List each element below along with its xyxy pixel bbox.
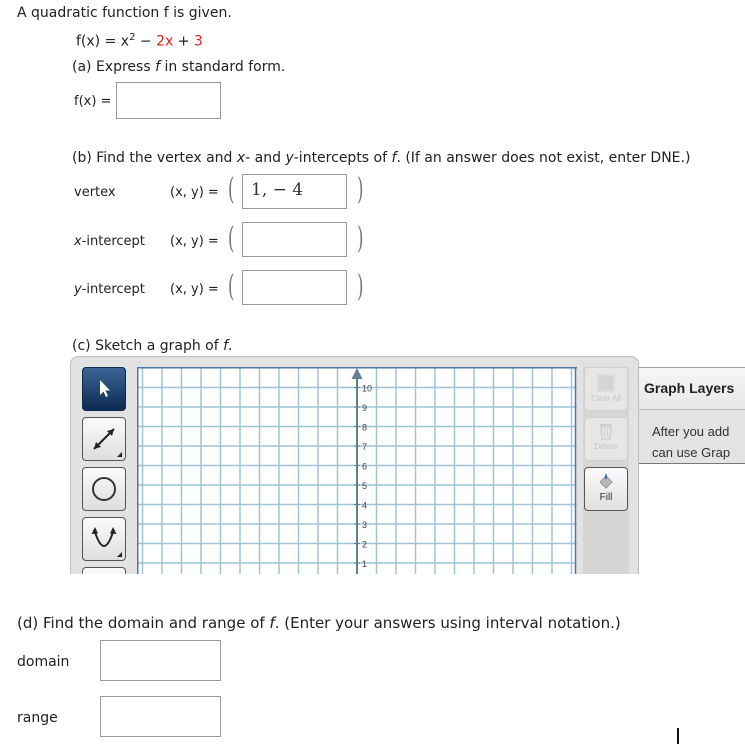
vertex-xy-equals: (x, y) = [170,185,219,200]
x-intercept-input[interactable] [242,222,347,257]
y-intercept-open-paren: ( [228,269,235,304]
part-c-prompt: (c) Sketch a graph of f. [72,338,233,354]
y-intercept-xy-equals: (x, y) = [170,282,219,297]
y-intercept-close-paren: ) [357,269,364,304]
fill-button[interactable]: Fill [584,467,628,511]
circle-icon [92,477,116,501]
y-tick-label: 9 [362,403,367,413]
part-d-prompt: (d) Find the domain and range of f. (Ent… [17,614,621,632]
x-intercept-xy-equals: (x, y) = [170,234,219,249]
y-tick-label: 5 [362,481,367,491]
graph-layers-title: Graph Layers [644,380,735,396]
vertex-close-paren: ) [357,172,364,207]
y-tick-label: 8 [362,423,367,433]
x-intercept-label: x-intercept [74,234,145,249]
vertex-label: vertex [74,185,116,200]
part-b-prompt: (b) Find the vertex and x- and y-interce… [72,150,691,166]
line-tool-button[interactable] [82,417,126,461]
vertex-open-paren: ( [228,172,235,207]
graph-layers-panel: Graph Layers After you add can use Grap … [639,367,745,464]
graph-canvas[interactable]: 10 9 8 7 6 5 4 3 2 1 [137,367,577,574]
tool-options-indicator [117,452,122,457]
vertex-input[interactable]: 1, − 4 [242,174,347,209]
paint-bucket-icon [599,473,613,489]
delete-button[interactable]: Delete [584,417,628,461]
trash-icon [600,424,612,440]
circle-tool-button[interactable] [82,467,126,511]
y-tick-label: 1 [362,559,367,569]
y-tick-label: 2 [362,540,367,550]
parabola-tool-button[interactable] [82,517,126,561]
x-intercept-close-paren: ) [357,221,364,256]
graph-layers-header[interactable]: Graph Layers [639,368,745,410]
range-input[interactable] [100,696,221,737]
range-label: range [17,710,58,726]
clear-all-icon [597,374,615,392]
y-tick-label: 10 [362,384,372,394]
more-tool-button[interactable] [82,567,126,574]
y-tick-label: 3 [362,520,367,530]
function-definition: f(x) = x2 − 2x + 3 [76,32,203,50]
y-tick-label: 6 [362,462,367,472]
problem-intro: A quadratic function f is given. [17,5,232,21]
y-intercept-label: y-intercept [74,282,145,297]
y-tick-label: 7 [362,442,367,452]
domain-input[interactable] [100,640,221,681]
x-intercept-open-paren: ( [228,221,235,256]
part-a-label: f(x) = [74,94,112,109]
tool-options-indicator [117,552,122,557]
part-a-prompt: (a) Express f in standard form. [72,59,286,75]
y-tick-label: 4 [362,501,367,511]
graph-tool: 10 9 8 7 6 5 4 3 2 1 Clear All Delete Fill [70,356,639,574]
graph-layers-help-text: After you add can use Grap properties. [652,424,731,460]
domain-label: domain [17,654,70,670]
standard-form-input[interactable] [116,82,221,119]
select-tool-button[interactable] [82,367,126,411]
clear-all-button[interactable]: Clear All [584,367,628,411]
pointer-icon [100,380,110,397]
y-intercept-input[interactable] [242,270,347,305]
text-cursor [677,728,679,744]
